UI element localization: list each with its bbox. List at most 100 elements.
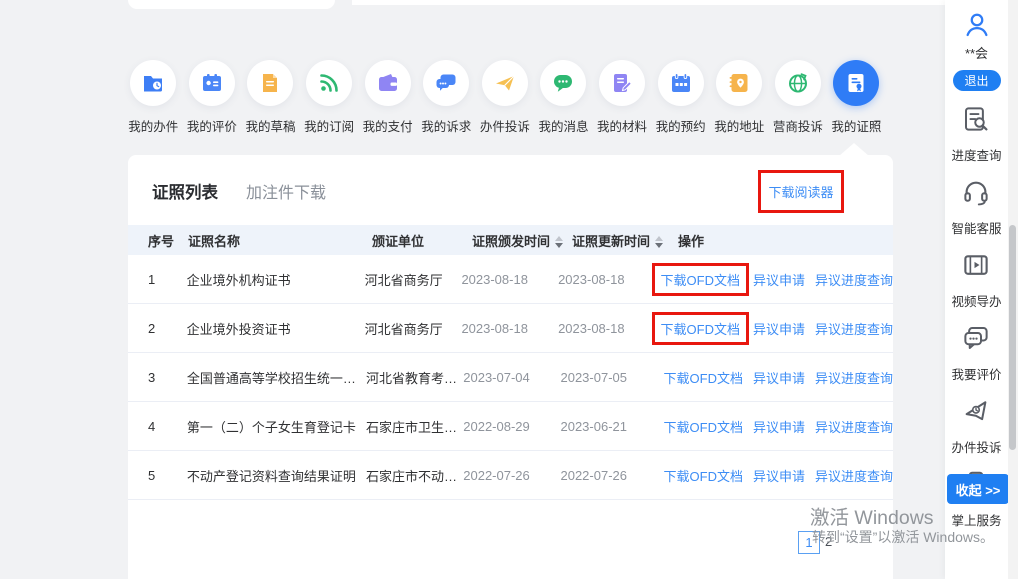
service-item-label: 我的订阅 bbox=[304, 116, 354, 135]
download-reader-link[interactable]: 下载阅读器 bbox=[768, 182, 833, 201]
scrollbar-thumb[interactable] bbox=[1009, 225, 1016, 450]
service-item-wallet[interactable]: 我的支付 bbox=[358, 60, 417, 135]
table-row: 1企业境外机构证书河北省商务厅2023-08-182023-08-18下载OFD… bbox=[128, 255, 893, 304]
service-item-chat[interactable]: 我的消息 bbox=[534, 60, 593, 135]
logout-button[interactable]: 退出 bbox=[953, 70, 1001, 91]
download-ofd-highlight-box: 下载OFD文档 bbox=[652, 312, 749, 345]
service-item-certificate[interactable]: 我的证照 bbox=[827, 60, 886, 135]
cell-actions: 下载OFD文档异议申请异议进度查询 bbox=[661, 270, 893, 289]
tab-certificate-list[interactable]: 证照列表 bbox=[152, 179, 218, 203]
sort-carets-icon[interactable] bbox=[655, 236, 663, 248]
certificate-icon bbox=[833, 60, 879, 106]
service-item-label: 营商投诉 bbox=[773, 116, 823, 135]
cell-index: 3 bbox=[148, 370, 187, 385]
address-book-icon bbox=[716, 60, 762, 106]
column-header-label: 证照更新时间 bbox=[572, 234, 650, 249]
pagination-page-1[interactable]: 1 bbox=[798, 531, 820, 554]
column-header-4[interactable]: 证照更新时间 bbox=[572, 231, 678, 250]
cell-issue-date: 2023-08-18 bbox=[461, 272, 558, 287]
column-header-label: 证照颁发时间 bbox=[472, 234, 550, 249]
download-ofd-link[interactable]: 下载OFD文档 bbox=[664, 417, 743, 436]
service-item-label: 我的证照 bbox=[831, 116, 881, 135]
cell-update-date: 2022-07-26 bbox=[560, 468, 663, 483]
table-header-row: 序号证照名称颁证单位证照颁发时间证照更新时间操作 bbox=[128, 225, 893, 255]
collapse-sidebar-button[interactable]: 收起 >> bbox=[947, 474, 1009, 504]
download-ofd-highlight-box: 下载OFD文档 bbox=[652, 263, 749, 296]
objection-progress-link[interactable]: 异议进度查询 bbox=[815, 319, 893, 338]
sidebar-item-progress-search[interactable]: 进度查询 bbox=[951, 104, 1001, 164]
service-item-calendar[interactable]: 我的预约 bbox=[651, 60, 710, 135]
objection-apply-link[interactable]: 异议申请 bbox=[753, 417, 805, 436]
wallet-icon bbox=[365, 60, 411, 106]
sidebar-item-review-chat[interactable]: 我要评价 bbox=[951, 323, 1001, 383]
cell-certificate-name: 全国普通高等学校招生统一考试... bbox=[187, 368, 366, 387]
table-row: 3全国普通高等学校招生统一考试...河北省教育考试院2023-07-042023… bbox=[128, 353, 893, 402]
cell-update-date: 2023-06-21 bbox=[560, 419, 663, 434]
cell-index: 5 bbox=[148, 468, 187, 483]
sidebar-item-complaint[interactable]: 办件投诉 bbox=[951, 396, 1001, 456]
sort-carets-icon[interactable] bbox=[555, 236, 563, 248]
progress-search-icon bbox=[961, 104, 991, 139]
cell-issue-date: 2022-07-26 bbox=[463, 468, 560, 483]
review-chat-icon bbox=[961, 323, 991, 358]
globe-arrow-icon bbox=[775, 60, 821, 106]
doc-pen-icon bbox=[599, 60, 645, 106]
sidebar-item-label: 我要评价 bbox=[951, 364, 1001, 383]
service-item-doc-pen[interactable]: 我的材料 bbox=[593, 60, 652, 135]
objection-apply-link[interactable]: 异议申请 bbox=[753, 466, 805, 485]
objection-progress-link[interactable]: 异议进度查询 bbox=[815, 466, 893, 485]
service-item-rss[interactable]: 我的订阅 bbox=[300, 60, 359, 135]
download-ofd-link[interactable]: 下载OFD文档 bbox=[661, 322, 740, 337]
sidebar-item-label: 智能客服 bbox=[951, 218, 1001, 237]
sidebar-items: 进度查询智能客服视频导办我要评价办件投诉掌上服务 bbox=[951, 91, 1001, 529]
paper-plane-icon bbox=[482, 60, 528, 106]
cell-actions: 下载OFD文档异议申请异议进度查询 bbox=[664, 417, 893, 436]
objection-progress-link[interactable]: 异议进度查询 bbox=[815, 368, 893, 387]
column-header-5: 操作 bbox=[678, 231, 893, 250]
objection-apply-link[interactable]: 异议申请 bbox=[753, 368, 805, 387]
service-item-globe-arrow[interactable]: 营商投诉 bbox=[769, 60, 828, 135]
cell-issuer: 河北省商务厅 bbox=[365, 319, 462, 338]
service-item-folder-clock[interactable]: 我的办件 bbox=[124, 60, 183, 135]
service-item-document[interactable]: 我的草稿 bbox=[241, 60, 300, 135]
pagination-page-2[interactable]: 2 bbox=[825, 534, 832, 549]
cell-issuer: 石家庄市不动产... bbox=[366, 466, 463, 485]
service-item-id-card[interactable]: 我的评价 bbox=[183, 60, 242, 135]
service-item-label: 我的消息 bbox=[538, 116, 588, 135]
column-header-label: 操作 bbox=[678, 231, 704, 250]
id-card-icon bbox=[189, 60, 235, 106]
objection-apply-link[interactable]: 异议申请 bbox=[753, 319, 805, 338]
headset-icon bbox=[961, 177, 991, 212]
service-item-paper-plane[interactable]: 办件投诉 bbox=[476, 60, 535, 135]
sidebar-item-headset[interactable]: 智能客服 bbox=[951, 177, 1001, 237]
column-header-3[interactable]: 证照颁发时间 bbox=[472, 231, 572, 250]
tab-annotation-download[interactable]: 加注件下载 bbox=[246, 179, 326, 203]
download-ofd-link[interactable]: 下载OFD文档 bbox=[661, 273, 740, 288]
cell-update-date: 2023-08-18 bbox=[558, 272, 660, 287]
download-reader-highlight-box: 下载阅读器 bbox=[758, 170, 844, 213]
cell-index: 2 bbox=[148, 321, 187, 336]
cell-actions: 下载OFD文档异议申请异议进度查询 bbox=[661, 319, 893, 338]
service-item-label: 我的办件 bbox=[128, 116, 178, 135]
service-item-address-book[interactable]: 我的地址 bbox=[710, 60, 769, 135]
sidebar-item-label: 办件投诉 bbox=[951, 437, 1001, 456]
objection-apply-link[interactable]: 异议申请 bbox=[753, 270, 805, 289]
table-row: 4第一（二）个子女生育登记卡石家庄市卫生健...2022-08-292023-0… bbox=[128, 402, 893, 451]
column-header-label: 序号 bbox=[148, 234, 174, 249]
column-header-1: 证照名称 bbox=[188, 231, 372, 250]
objection-progress-link[interactable]: 异议进度查询 bbox=[815, 417, 893, 436]
table-row: 5不动产登记资料查询结果证明石家庄市不动产...2022-07-262022-0… bbox=[128, 451, 893, 500]
service-item-label: 办件投诉 bbox=[480, 116, 530, 135]
service-item-chat-duo[interactable]: 我的诉求 bbox=[417, 60, 476, 135]
service-icon-row: 我的办件我的评价我的草稿我的订阅我的支付我的诉求办件投诉我的消息我的材料我的预约… bbox=[124, 60, 886, 135]
top-card-fragment bbox=[128, 0, 335, 9]
certificate-panel: 证照列表 加注件下载 下载阅读器 序号证照名称颁证单位证照颁发时间证照更新时间操… bbox=[128, 155, 893, 579]
download-ofd-link[interactable]: 下载OFD文档 bbox=[664, 368, 743, 387]
cell-actions: 下载OFD文档异议申请异议进度查询 bbox=[664, 368, 893, 387]
sidebar-item-video[interactable]: 视频导办 bbox=[951, 250, 1001, 310]
service-item-label: 我的诉求 bbox=[421, 116, 471, 135]
cell-issuer: 河北省商务厅 bbox=[365, 270, 462, 289]
objection-progress-link[interactable]: 异议进度查询 bbox=[815, 270, 893, 289]
cell-index: 1 bbox=[148, 272, 187, 287]
download-ofd-link[interactable]: 下载OFD文档 bbox=[664, 466, 743, 485]
